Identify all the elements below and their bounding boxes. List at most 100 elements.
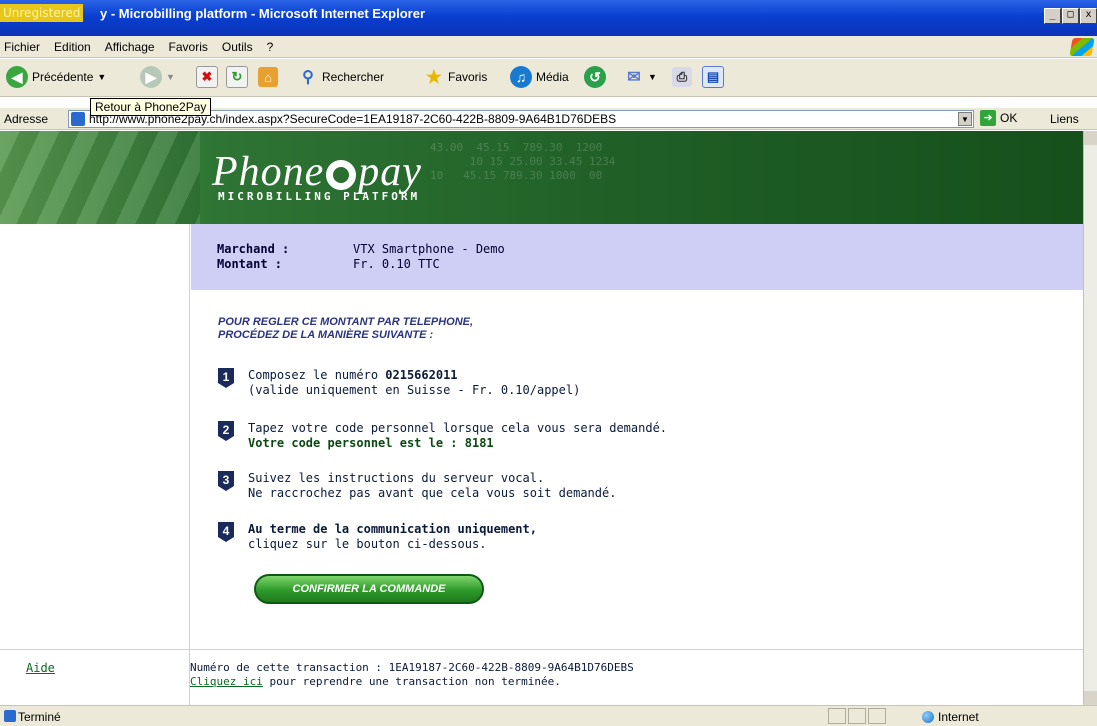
- resume-transaction-text: pour reprendre une transaction non termi…: [262, 675, 561, 688]
- back-arrow-icon: ◀: [6, 66, 28, 88]
- step-number-badge: 4: [218, 522, 234, 542]
- confirm-order-button[interactable]: CONFIRMER LA COMMANDE: [254, 574, 484, 604]
- step-1-text: Composez le numéro 0215662011 (valide un…: [248, 368, 580, 398]
- vertical-scrollbar[interactable]: [1083, 131, 1097, 705]
- instructions-title: POUR REGLER CE MONTANT PAR TELEPHONE, PR…: [218, 316, 518, 342]
- merchant-label: Marchand :: [217, 242, 290, 256]
- maximize-button[interactable]: □: [1062, 8, 1079, 24]
- page-done-icon: [4, 710, 16, 722]
- close-button[interactable]: x: [1080, 8, 1097, 24]
- back-tooltip: Retour à Phone2Pay: [90, 98, 212, 116]
- window-title: y - Microbilling platform - Microsoft In…: [100, 6, 426, 21]
- menu-affichage[interactable]: Affichage: [105, 40, 155, 54]
- security-zone: Internet: [922, 710, 979, 724]
- step-4-line1: Au terme de la communication uniquement,: [248, 522, 537, 536]
- amount-label: Montant :: [217, 257, 283, 271]
- address-label: Adresse: [4, 112, 49, 126]
- menu-items: Fichier Edition Affichage Favoris Outils…: [4, 40, 273, 54]
- unregistered-watermark: Unregistered: [0, 4, 84, 22]
- step-3-line2: Ne raccrochez pas avant que cela vous so…: [248, 486, 617, 500]
- mail-dropdown-icon[interactable]: ▼: [648, 72, 657, 82]
- menu-favoris[interactable]: Favoris: [169, 40, 208, 54]
- merchant-value: VTX Smartphone - Demo: [353, 242, 505, 256]
- minimize-button[interactable]: _: [1044, 8, 1061, 24]
- stop-button[interactable]: ✖: [196, 64, 218, 90]
- menu-bar: Fichier Edition Affichage Favoris Outils…: [0, 36, 1097, 58]
- refresh-icon: ↻: [226, 66, 248, 88]
- mail-button[interactable]: ✉ ▼: [624, 64, 657, 90]
- scroll-up-icon[interactable]: [1084, 131, 1097, 145]
- amount-value: Fr. 0.10 TTC: [353, 257, 440, 271]
- resume-transaction-link[interactable]: Cliquez ici: [190, 675, 263, 688]
- status-bar: Terminé Internet: [0, 705, 1097, 726]
- phone-number: 0215662011: [385, 368, 458, 382]
- header-pattern: [0, 131, 200, 224]
- page-icon: [71, 112, 85, 126]
- menu-fichier[interactable]: Fichier: [4, 40, 40, 54]
- header-background-numbers: 43.00 45.15 789.30 1200 10 15 25.00 33.4…: [430, 141, 616, 182]
- stop-icon: ✖: [196, 66, 218, 88]
- favorites-star-icon: ★: [425, 66, 443, 87]
- step-number-badge: 2: [218, 421, 234, 441]
- menu-help[interactable]: ?: [267, 40, 274, 54]
- scroll-down-icon[interactable]: [1084, 691, 1097, 705]
- menu-outils[interactable]: Outils: [222, 40, 253, 54]
- transaction-number: Numéro de cette transaction : 1EA19187-2…: [190, 661, 634, 674]
- step-3-text: Suivez les instructions du serveur vocal…: [248, 471, 616, 501]
- windows-logo-icon: [1069, 38, 1095, 56]
- step-1-line2: (valide uniquement en Suisse - Fr. 0.10/…: [248, 383, 581, 397]
- window-title-bar[interactable]: Unregistered y - Microbilling platform -…: [0, 0, 1097, 36]
- favorites-button[interactable]: ★ Favoris: [424, 64, 487, 90]
- search-icon: ⚲: [302, 69, 314, 86]
- go-label: OK: [1000, 111, 1018, 125]
- window-controls: _ □ x: [1044, 8, 1097, 24]
- favorites-label: Favoris: [448, 70, 488, 84]
- mail-icon: ✉: [627, 69, 641, 86]
- address-dropdown-icon[interactable]: ▼: [958, 112, 972, 126]
- merchant-panel: Marchand : VTX Smartphone - Demo Montant…: [191, 224, 1083, 290]
- toolbar: ◀ Précédente ▼ ▶ ▼ ✖ ↻ ⌂ ⚲ Rechercher ★ …: [0, 59, 1097, 97]
- back-dropdown-icon[interactable]: ▼: [97, 72, 106, 82]
- status-segment: [848, 708, 866, 724]
- back-label: Précédente: [32, 70, 94, 84]
- logo-subtitle: MICROBILLING PLATFORM: [218, 190, 421, 203]
- step-2-line1: Tapez votre code personnel lorsque cela …: [248, 421, 668, 435]
- forward-button[interactable]: ▶ ▼: [140, 64, 175, 90]
- back-button[interactable]: ◀ Précédente ▼: [6, 64, 106, 90]
- edit-button[interactable]: ▤: [702, 64, 724, 90]
- status-text: Terminé: [18, 710, 61, 724]
- search-button[interactable]: ⚲ Rechercher: [298, 64, 384, 90]
- media-button[interactable]: ♫ Média: [510, 64, 569, 90]
- step-4-text: Au terme de la communication uniquement,…: [248, 522, 537, 552]
- step-3: 3 Suivez les instructions du serveur voc…: [218, 471, 818, 501]
- step-1-line1: Composez le numéro: [248, 368, 386, 382]
- page-content: 43.00 45.15 789.30 1200 10 15 25.00 33.4…: [0, 131, 1083, 705]
- logo-word-pay: pay: [358, 149, 422, 195]
- help-link[interactable]: Aide: [26, 661, 55, 675]
- status-segment: [828, 708, 846, 724]
- step-number-badge: 1: [218, 368, 234, 388]
- internet-globe-icon: [922, 711, 934, 723]
- step-1: 1 Composez le numéro 0215662011 (valide …: [218, 368, 818, 398]
- step-4-line2: cliquez sur le bouton ci-dessous.: [248, 537, 487, 551]
- step-3-line1: Suivez les instructions du serveur vocal…: [248, 471, 545, 485]
- refresh-button[interactable]: ↻: [226, 64, 248, 90]
- footer-divider: [0, 649, 1083, 650]
- zone-label: Internet: [938, 710, 979, 724]
- step-2: 2 Tapez votre code personnel lorsque cel…: [218, 421, 818, 451]
- step-2-text: Tapez votre code personnel lorsque cela …: [248, 421, 667, 451]
- home-button[interactable]: ⌂: [258, 64, 278, 90]
- go-button[interactable]: ➜ OK: [980, 110, 1017, 126]
- go-arrow-icon: ➜: [980, 110, 996, 126]
- left-sidebar: [0, 224, 190, 705]
- print-button[interactable]: ⎙: [672, 64, 692, 90]
- media-icon: ♫: [510, 66, 532, 88]
- step-number-badge: 3: [218, 471, 234, 491]
- links-toolbar[interactable]: Liens: [1050, 112, 1079, 126]
- print-icon: ⎙: [672, 67, 692, 87]
- forward-dropdown-icon[interactable]: ▼: [166, 72, 175, 82]
- phonepay-logo: Phone pay: [212, 151, 422, 193]
- menu-edition[interactable]: Edition: [54, 40, 91, 54]
- history-button[interactable]: ↺: [584, 64, 606, 90]
- search-label: Rechercher: [322, 70, 385, 84]
